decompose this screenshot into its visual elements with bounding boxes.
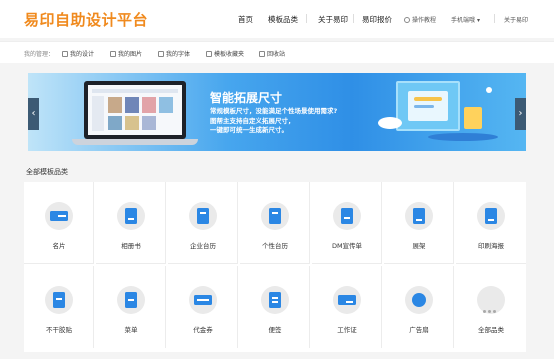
nav-pricing[interactable]: 易印报价 — [362, 14, 392, 25]
my-designs-link[interactable]: 我的设计 — [62, 49, 94, 58]
category-section-title: 全部模板品类 — [26, 168, 68, 176]
promo-banner[interactable]: 智能拓展尺寸 常规模板尺寸，没能满足个性场景使用需求? 图帮主支持自定义拓展尺寸… — [28, 73, 526, 151]
voucher-icon — [189, 286, 217, 314]
category-personal-calendar[interactable]: 个性台历 — [240, 182, 310, 264]
banner-line: 一键即可统一生成新尺寸。 — [210, 126, 288, 134]
category-fan[interactable]: 广告扇 — [384, 266, 454, 348]
memo-icon — [261, 286, 289, 314]
business-card-icon — [45, 202, 73, 230]
category-label: 广告扇 — [409, 326, 429, 334]
chevron-down-icon: ▾ — [476, 17, 480, 24]
nav-divider — [353, 14, 354, 23]
heart-icon — [206, 51, 212, 57]
font-icon — [158, 51, 164, 57]
carousel-prev-button[interactable]: ‹ — [28, 98, 39, 130]
desk-calendar-icon — [189, 202, 217, 230]
nav-divider — [306, 14, 307, 23]
help-icon — [404, 17, 410, 23]
category-id-badge[interactable]: 工作证 — [312, 266, 382, 348]
fan-icon — [405, 286, 433, 314]
category-label: 展架 — [412, 242, 426, 250]
sticker-icon — [45, 286, 73, 314]
my-fonts-label: 我的字体 — [166, 51, 191, 58]
nav-about[interactable]: 关于易印 — [318, 14, 348, 25]
site-logo[interactable]: 易印自助设计平台 — [24, 9, 148, 30]
guide-label: 操作教程 — [412, 17, 437, 24]
recycle-bin-label: 回收站 — [267, 51, 286, 58]
category-desk-calendar[interactable]: 企业台历 — [168, 182, 238, 264]
category-label: 印刷海报 — [478, 242, 504, 250]
menu-book-icon — [117, 286, 145, 314]
nav-home[interactable]: 首页 — [238, 14, 253, 25]
category-business-card[interactable]: 名片 — [24, 182, 94, 264]
category-label: 个性台历 — [262, 242, 288, 250]
favorites-link[interactable]: 模板收藏夹 — [206, 49, 244, 58]
display-stand-icon — [405, 202, 433, 230]
category-label: 代金券 — [193, 326, 213, 334]
about-link[interactable]: 关于易印 — [504, 15, 528, 24]
category-label: 菜单 — [124, 326, 138, 334]
mobile-link[interactable]: 手机端哦 ▾ — [451, 15, 480, 24]
photo-book-icon — [117, 202, 145, 230]
more-icon — [477, 286, 505, 314]
category-label: 不干胶贴 — [46, 326, 72, 334]
personal-calendar-icon — [261, 202, 289, 230]
my-images-label: 我的图片 — [118, 51, 143, 58]
my-designs-label: 我的设计 — [70, 51, 95, 58]
banner-line: 常规模板尺寸，没能满足个性场景使用需求? — [210, 107, 338, 115]
category-sticker[interactable]: 不干胶贴 — [24, 266, 94, 348]
category-flyer[interactable]: DM宣传单 — [312, 182, 382, 264]
mobile-label: 手机端哦 — [451, 17, 476, 24]
category-display-stand[interactable]: 展架 — [384, 182, 454, 264]
laptop-illustration — [84, 81, 186, 139]
my-images-link[interactable]: 我的图片 — [110, 49, 142, 58]
category-label: 相册书 — [121, 242, 141, 250]
nav-divider — [494, 14, 495, 23]
category-menu[interactable]: 菜单 — [96, 266, 166, 348]
guide-link[interactable]: 操作教程 — [404, 15, 436, 24]
category-voucher[interactable]: 代金券 — [168, 266, 238, 348]
design-icon — [62, 51, 68, 57]
poster-icon — [477, 202, 505, 230]
id-badge-icon — [333, 286, 361, 314]
category-label: 名片 — [52, 242, 66, 250]
banner-text: 常规模板尺寸，没能满足个性场景使用需求? 图帮主支持自定义拓展尺寸， 一键即可统… — [210, 107, 337, 136]
category-label: 工作证 — [337, 326, 357, 334]
category-label: DM宣传单 — [331, 242, 363, 250]
trash-icon — [259, 51, 265, 57]
carousel-next-button[interactable]: › — [515, 98, 526, 130]
my-management-bar: 我的管理： 我的设计 我的图片 我的字体 模板收藏夹 回收站 — [0, 41, 554, 63]
my-fonts-link[interactable]: 我的字体 — [158, 49, 190, 58]
laptop-base — [72, 139, 198, 145]
flyer-icon — [333, 202, 361, 230]
banner-line: 图帮主支持自定义拓展尺寸， — [210, 116, 295, 125]
category-memo[interactable]: 便签 — [240, 266, 310, 348]
favorites-label: 模板收藏夹 — [214, 51, 245, 58]
category-photo-book[interactable]: 相册书 — [96, 182, 166, 264]
category-all[interactable]: 全部品类 — [456, 266, 526, 348]
category-label: 企业台历 — [190, 242, 216, 250]
category-poster[interactable]: 印刷海报 — [456, 182, 526, 264]
image-icon — [110, 51, 116, 57]
category-label: 全部品类 — [478, 326, 504, 334]
carousel-indicators — [263, 142, 293, 151]
management-label: 我的管理： — [24, 51, 55, 58]
category-grid: 名片 相册书 企业台历 个性台历 DM宣传单 展架 印刷海报 不干胶贴 菜单 代… — [24, 182, 526, 352]
nav-template-categories[interactable]: 模板品类 — [268, 14, 298, 25]
category-label: 便签 — [268, 326, 282, 334]
top-navigation-bar: 易印自助设计平台 首页 模板品类 关于易印 易印报价 操作教程 手机端哦 ▾ 关… — [0, 0, 554, 38]
banner-title: 智能拓展尺寸 — [210, 91, 283, 105]
recycle-bin-link[interactable]: 回收站 — [259, 49, 285, 58]
